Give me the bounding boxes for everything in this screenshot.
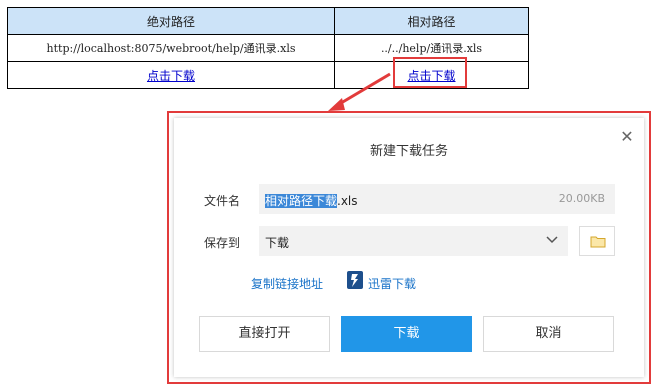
download-button[interactable]: 下载 [341,316,472,352]
browse-folder-button[interactable] [579,226,615,256]
dialog-highlight-frame: 新建下载任务 ✕ 文件名 相对路径下载.xls 20.00KB 保存到 下载 复… [167,111,651,384]
relative-download-link[interactable]: 点击下载 [407,69,455,83]
close-icon[interactable]: ✕ [620,129,634,145]
folder-icon [590,236,606,248]
table-row: http://localhost:8075/webroot/help/通讯录.x… [7,34,529,62]
absolute-path-value: http://localhost:8075/webroot/help/通讯录.x… [7,34,335,62]
relative-path-value: ../../help/通讯录.xls [334,34,529,62]
absolute-download-cell: 点击下载 [7,61,335,89]
table-row: 点击下载 点击下载 [7,61,529,89]
relative-download-cell: 点击下载 [334,61,529,89]
cancel-button[interactable]: 取消 [483,316,614,352]
chevron-down-icon [546,236,558,244]
download-dialog: 新建下载任务 ✕ 文件名 相对路径下载.xls 20.00KB 保存到 下载 复… [174,118,644,377]
filename-ext: .xls [337,194,358,208]
header-absolute-path: 绝对路径 [7,7,335,35]
savedir-select[interactable]: 下载 [259,226,568,256]
file-size: 20.00KB [558,192,605,205]
filename-text: 相对路径下载.xls [265,192,358,209]
filename-field[interactable]: 相对路径下载.xls 20.00KB [259,184,615,214]
filename-selected: 相对路径下载 [265,194,338,208]
path-table: 绝对路径 相对路径 http://localhost:8075/webroot/… [7,7,529,89]
header-relative-path: 相对路径 [334,7,529,35]
savedir-label: 保存到 [204,236,241,250]
dialog-title: 新建下载任务 [369,144,448,159]
copy-link-button[interactable]: 复制链接地址 [251,275,323,292]
filename-label: 文件名 [204,194,241,208]
thunder-icon [347,271,363,289]
thunder-download-button[interactable]: 迅雷下载 [368,275,416,292]
savedir-value: 下载 [265,236,290,250]
absolute-download-link[interactable]: 点击下载 [147,69,195,83]
open-directly-button[interactable]: 直接打开 [199,316,330,352]
table-header-row: 绝对路径 相对路径 [7,7,529,35]
